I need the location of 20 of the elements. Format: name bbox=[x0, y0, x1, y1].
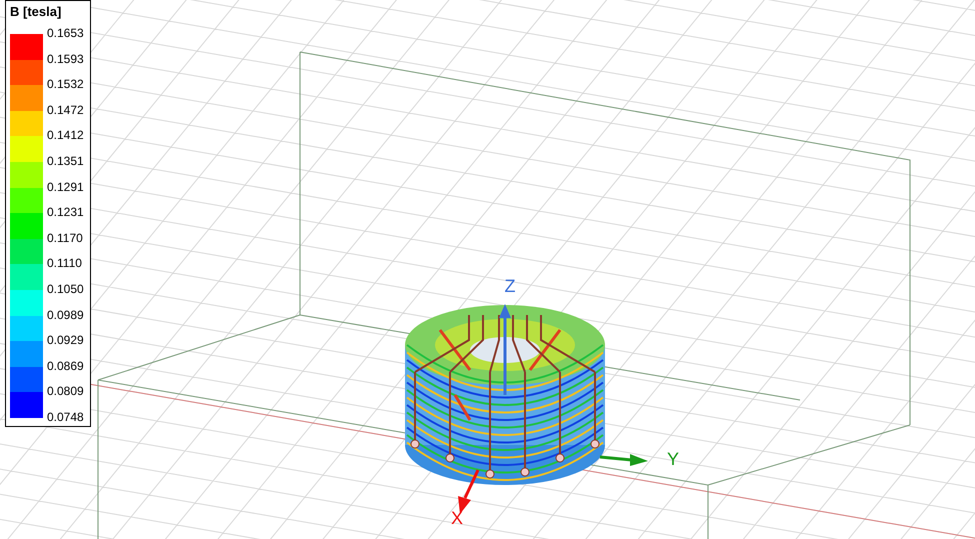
legend-value: 0.1291 bbox=[47, 178, 84, 196]
axis-label: X bbox=[451, 508, 463, 528]
axis-label: Z bbox=[504, 276, 516, 296]
legend-value: 0.1412 bbox=[47, 127, 84, 144]
legend-value: 0.0989 bbox=[47, 306, 84, 324]
legend-value: 0.1050 bbox=[47, 280, 84, 298]
legend-value: 0.1653 bbox=[47, 25, 84, 42]
legend-value: 0.0809 bbox=[47, 383, 84, 400]
axis-label: Y bbox=[667, 449, 679, 469]
legend-value: 0.0869 bbox=[47, 358, 84, 375]
legend-title: B [tesla] bbox=[10, 4, 62, 20]
legend-value: 0.1351 bbox=[47, 152, 84, 170]
legend-value: 0.1532 bbox=[47, 76, 84, 94]
legend-value: 0.1231 bbox=[47, 204, 84, 222]
legend-value: 0.1110 bbox=[47, 255, 83, 272]
legend-value: 0.0748 bbox=[47, 408, 84, 426]
legend-value: 0.0929 bbox=[47, 332, 84, 350]
legend-value: 0.1170 bbox=[47, 230, 84, 247]
legend-value: 0.1593 bbox=[47, 50, 84, 68]
legend-value: 0.1472 bbox=[47, 102, 84, 119]
